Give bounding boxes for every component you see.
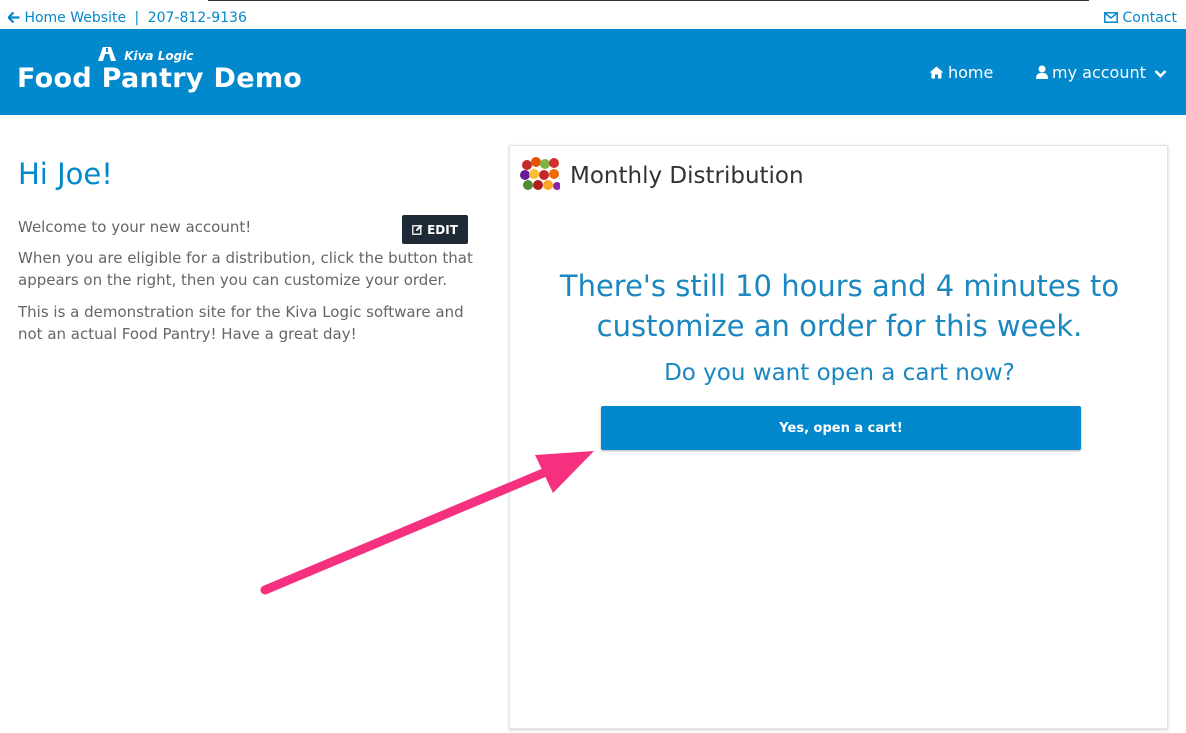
nav-my-account[interactable]: my account — [1036, 63, 1167, 82]
brand-title: Food Pantry Demo — [17, 63, 303, 94]
chevron-down-icon — [1154, 70, 1167, 78]
phone-number: 207-812-9136 — [147, 10, 247, 26]
brand-sub-label: Kiva Logic — [124, 49, 194, 63]
panel-title: Monthly Distribution — [570, 163, 804, 189]
top-bar-left: Home Website | 207-812-9136 — [6, 10, 247, 26]
top-bar-right: Contact — [1104, 10, 1177, 26]
distribution-panel: Monthly Distribution There's still 10 ho… — [509, 145, 1168, 729]
contact-link[interactable]: Contact — [1104, 10, 1177, 26]
open-cart-question: Do you want open a cart now? — [664, 360, 1015, 386]
arrow-left-icon — [6, 11, 20, 24]
welcome-text: Welcome to your new account! — [18, 218, 252, 236]
site-header: Kiva Logic Food Pantry Demo home my acco… — [0, 29, 1186, 115]
kiva-logo-icon — [98, 47, 116, 61]
top-border-line — [208, 0, 1089, 1]
home-icon — [929, 66, 944, 79]
nav-account-label: my account — [1052, 63, 1146, 82]
user-icon — [1036, 65, 1048, 79]
top-bar: Home Website | 207-812-9136 Contact — [0, 0, 1186, 29]
contact-label: Contact — [1122, 10, 1177, 26]
open-cart-button[interactable]: Yes, open a cart! — [601, 406, 1081, 450]
brand-sub: Kiva Logic — [97, 46, 193, 63]
envelope-icon — [1104, 12, 1119, 23]
demo-disclaimer-text: This is a demonstration site for the Kiv… — [18, 303, 464, 343]
home-website-label: Home Website — [24, 10, 127, 26]
topbar-separator: | — [134, 10, 140, 26]
nav-home-label: home — [948, 63, 994, 82]
produce-thumbnail — [520, 156, 560, 192]
countdown-message: There's still 10 hours and 4 minutes to … — [559, 269, 1120, 343]
eligibility-text: When you are eligible for a distribution… — [18, 249, 473, 289]
nav-home[interactable]: home — [929, 63, 993, 82]
greeting-heading: Hi Joe! — [18, 157, 113, 191]
home-website-link[interactable]: Home Website — [6, 10, 131, 26]
